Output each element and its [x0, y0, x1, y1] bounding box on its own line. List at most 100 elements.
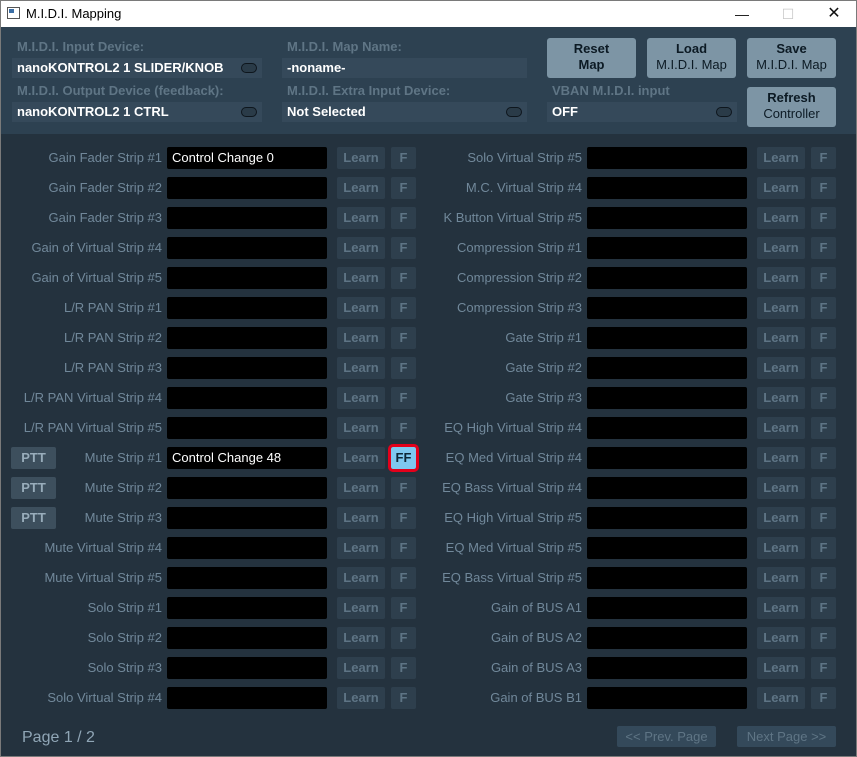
feedback-button[interactable]: F — [811, 447, 836, 469]
feedback-button[interactable]: F — [391, 597, 416, 619]
mapping-value-field[interactable] — [587, 417, 747, 439]
feedback-button[interactable]: F — [391, 387, 416, 409]
learn-button[interactable]: Learn — [337, 387, 385, 409]
mapping-value-field[interactable] — [167, 417, 327, 439]
mapping-value-field[interactable] — [167, 627, 327, 649]
learn-button[interactable]: Learn — [337, 567, 385, 589]
learn-button[interactable]: Learn — [757, 537, 805, 559]
feedback-button[interactable]: F — [811, 357, 836, 379]
input-device-dropdown-toggle[interactable] — [241, 63, 257, 73]
feedback-button[interactable]: F — [811, 507, 836, 529]
mapping-value-field[interactable] — [167, 657, 327, 679]
learn-button[interactable]: Learn — [337, 507, 385, 529]
mapping-value-field[interactable] — [167, 357, 327, 379]
feedback-button[interactable]: F — [811, 477, 836, 499]
vban-dropdown-toggle[interactable] — [716, 107, 732, 117]
learn-button[interactable]: Learn — [337, 147, 385, 169]
feedback-button[interactable]: F — [391, 687, 416, 709]
feedback-button[interactable]: F — [811, 597, 836, 619]
learn-button[interactable]: Learn — [337, 687, 385, 709]
mapping-value-field[interactable] — [587, 237, 747, 259]
mapping-value-field[interactable] — [167, 387, 327, 409]
mapping-value-field[interactable] — [587, 477, 747, 499]
mapping-value-field[interactable] — [167, 207, 327, 229]
feedback-button[interactable]: F — [811, 537, 836, 559]
feedback-button[interactable]: F — [811, 627, 836, 649]
learn-button[interactable]: Learn — [337, 237, 385, 259]
feedback-button[interactable]: F — [811, 327, 836, 349]
feedback-button[interactable]: F — [811, 177, 836, 199]
mapping-value-field[interactable] — [167, 327, 327, 349]
learn-button[interactable]: Learn — [757, 237, 805, 259]
feedback-button[interactable]: F — [391, 627, 416, 649]
learn-button[interactable]: Learn — [337, 297, 385, 319]
learn-button[interactable]: Learn — [757, 417, 805, 439]
extra-input-dropdown-toggle[interactable] — [506, 107, 522, 117]
feedback-button[interactable]: F — [391, 267, 416, 289]
feedback-button[interactable]: F — [391, 147, 416, 169]
close-button[interactable]: ✕ — [811, 1, 856, 27]
learn-button[interactable]: Learn — [757, 657, 805, 679]
feedback-button[interactable]: F — [811, 657, 836, 679]
learn-button[interactable]: Learn — [337, 417, 385, 439]
mapping-value-field[interactable] — [587, 567, 747, 589]
mapping-value-field[interactable] — [167, 537, 327, 559]
feedback-button[interactable]: F — [391, 417, 416, 439]
learn-button[interactable]: Learn — [337, 267, 385, 289]
input-device-select[interactable]: nanoKONTROL2 1 SLIDER/KNOB — [12, 58, 262, 78]
feedback-button[interactable]: F — [391, 477, 416, 499]
learn-button[interactable]: Learn — [757, 177, 805, 199]
feedback-button[interactable]: F — [391, 657, 416, 679]
learn-button[interactable]: Learn — [337, 477, 385, 499]
feedback-button[interactable]: F — [811, 267, 836, 289]
feedback-button[interactable]: F — [391, 507, 416, 529]
reset-map-button[interactable]: Reset Map — [547, 38, 636, 78]
mapping-value-field[interactable] — [587, 177, 747, 199]
learn-button[interactable]: Learn — [757, 567, 805, 589]
feedback-button[interactable]: F — [391, 297, 416, 319]
mapping-value-field[interactable] — [587, 627, 747, 649]
learn-button[interactable]: Learn — [757, 147, 805, 169]
mapping-value-field[interactable] — [167, 267, 327, 289]
mapping-value-field[interactable] — [587, 297, 747, 319]
mapping-value-field[interactable] — [587, 267, 747, 289]
title-bar[interactable]: M.I.D.I. Mapping — ☐ ✕ — [1, 1, 856, 27]
mapping-value-field[interactable] — [167, 507, 327, 529]
feedback-button[interactable]: F — [391, 177, 416, 199]
feedback-button[interactable]: F — [811, 567, 836, 589]
learn-button[interactable]: Learn — [337, 357, 385, 379]
feedback-button[interactable]: F — [811, 687, 836, 709]
mapping-value-field[interactable] — [587, 147, 747, 169]
feedback-button[interactable]: F — [391, 537, 416, 559]
learn-button[interactable]: Learn — [757, 477, 805, 499]
learn-button[interactable]: Learn — [757, 327, 805, 349]
mapping-value-field[interactable]: Control Change 0 — [167, 147, 327, 169]
feedback-button[interactable]: F — [391, 567, 416, 589]
learn-button[interactable]: Learn — [757, 627, 805, 649]
mapping-value-field[interactable] — [167, 237, 327, 259]
learn-button[interactable]: Learn — [757, 387, 805, 409]
mapping-value-field[interactable] — [587, 357, 747, 379]
learn-button[interactable]: Learn — [337, 327, 385, 349]
mapping-value-field[interactable] — [167, 567, 327, 589]
learn-button[interactable]: Learn — [757, 687, 805, 709]
feedback-button[interactable]: F — [391, 207, 416, 229]
mapping-value-field[interactable] — [587, 207, 747, 229]
prev-page-button[interactable]: << Prev. Page — [617, 726, 716, 747]
feedback-button[interactable]: F — [811, 387, 836, 409]
learn-button[interactable]: Learn — [337, 207, 385, 229]
extra-input-select[interactable]: Not Selected — [282, 102, 527, 122]
learn-button[interactable]: Learn — [757, 267, 805, 289]
learn-button[interactable]: Learn — [337, 447, 385, 469]
learn-button[interactable]: Learn — [757, 297, 805, 319]
mapping-value-field[interactable] — [167, 477, 327, 499]
mapping-value-field[interactable] — [587, 447, 747, 469]
feedback-button[interactable]: F — [811, 147, 836, 169]
next-page-button[interactable]: Next Page >> — [737, 726, 836, 747]
minimize-button[interactable]: — — [719, 1, 765, 27]
mapping-value-field[interactable] — [587, 507, 747, 529]
mapping-value-field[interactable] — [167, 177, 327, 199]
output-device-dropdown-toggle[interactable] — [241, 107, 257, 117]
feedback-button[interactable]: F — [811, 417, 836, 439]
load-map-button[interactable]: Load M.I.D.I. Map — [647, 38, 736, 78]
